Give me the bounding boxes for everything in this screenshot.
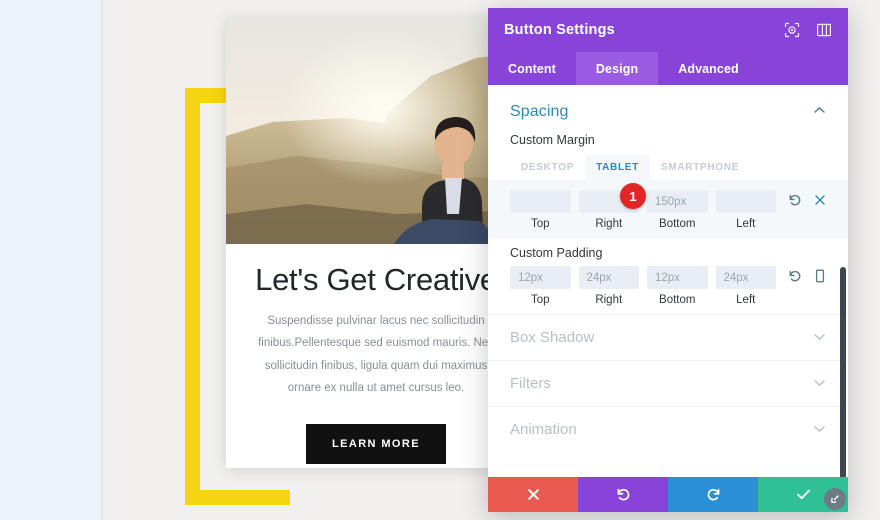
chevron-down-icon[interactable] [813, 332, 826, 344]
margin-bottom-field[interactable]: 150px Bottom [647, 190, 708, 230]
padding-left-caption: Left [736, 294, 756, 306]
focus-target-icon[interactable] [784, 22, 800, 38]
chevron-up-icon[interactable] [813, 106, 826, 118]
padding-top-caption: Top [530, 294, 550, 306]
padding-right-field[interactable]: 24px Right [578, 266, 639, 306]
padding-top-input[interactable]: 12px [510, 266, 571, 289]
margin-top-field[interactable]: Top [510, 190, 571, 230]
resize-handle[interactable] [824, 488, 846, 510]
left-rail [0, 0, 103, 520]
margin-top-input[interactable] [510, 190, 571, 213]
section-spacing-label: Spacing [510, 103, 569, 120]
section-filters[interactable]: Filters [488, 360, 848, 406]
modal-footer [488, 477, 848, 512]
margin-bottom-input[interactable]: 150px [647, 190, 708, 213]
margin-left-input[interactable] [715, 190, 776, 213]
section-animation-label: Animation [510, 421, 577, 438]
margin-device-tabs: DESKTOP TABLET SMARTPHONE [488, 149, 848, 180]
custom-padding-label: Custom Padding [510, 246, 603, 260]
close-icon [527, 489, 539, 500]
layout-panel-icon[interactable] [816, 22, 832, 38]
padding-bottom-input[interactable]: 12px [647, 266, 708, 289]
custom-margin-row: Top Right 150px Bottom Left 1 [488, 180, 848, 238]
custom-padding-row: 12px Top 24px Right 12px Bottom 24px Lef… [488, 262, 848, 314]
card-photo [226, 18, 526, 244]
padding-left-field[interactable]: 24px Left [715, 266, 776, 306]
section-animation[interactable]: Animation [488, 406, 848, 452]
margin-bottom-caption: Bottom [659, 218, 696, 230]
modal-scrollbar[interactable] [840, 267, 846, 477]
chevron-down-icon[interactable] [813, 378, 826, 390]
padding-reset-icon[interactable] [788, 269, 802, 283]
device-tab-tablet[interactable]: TABLET [585, 155, 650, 180]
chevron-down-icon[interactable] [813, 424, 826, 436]
section-box-shadow[interactable]: Box Shadow [488, 314, 848, 360]
padding-bottom-field[interactable]: 12px Bottom [647, 266, 708, 306]
padding-right-caption: Right [595, 294, 623, 306]
modal-header: Button Settings [488, 8, 848, 52]
card-body: Let's Get Creative Suspendisse pulvinar … [226, 244, 526, 464]
modal-tab-bar: Content Design Advanced [488, 52, 848, 85]
padding-top-field[interactable]: 12px Top [510, 266, 571, 306]
undo-button[interactable] [578, 477, 668, 512]
redo-icon [707, 488, 719, 501]
section-filters-label: Filters [510, 375, 551, 392]
status-badge: 1 [620, 183, 646, 209]
custom-margin-label: Custom Margin [510, 133, 595, 147]
padding-right-input[interactable]: 24px [578, 266, 639, 289]
margin-top-caption: Top [530, 218, 550, 230]
padding-bottom-caption: Bottom [659, 294, 696, 306]
cancel-button[interactable] [488, 477, 578, 512]
device-tab-desktop[interactable]: DESKTOP [510, 155, 585, 180]
redo-button[interactable] [668, 477, 758, 512]
modal-title: Button Settings [504, 22, 615, 38]
undo-icon [617, 488, 629, 501]
section-spacing-header[interactable]: Spacing [488, 85, 848, 125]
section-box-shadow-label: Box Shadow [510, 329, 595, 346]
responsive-device-icon[interactable] [814, 269, 826, 283]
card-title: Let's Get Creative [255, 262, 497, 297]
margin-reset-icon[interactable] [788, 193, 802, 207]
margin-left-field[interactable]: Left [715, 190, 776, 230]
content-card: Let's Get Creative Suspendisse pulvinar … [226, 18, 526, 468]
device-tab-smartphone[interactable]: SMARTPHONE [650, 155, 750, 180]
button-settings-modal: Button Settings Content Design Advanced [488, 8, 848, 512]
modal-body: Spacing Custom Margin DESKTOP TABLET SMA… [488, 85, 848, 477]
padding-left-input[interactable]: 24px [715, 266, 776, 289]
resize-arrow-icon [831, 495, 839, 503]
tab-design[interactable]: Design [575, 52, 659, 85]
margin-left-caption: Left [736, 218, 756, 230]
tab-advanced[interactable]: Advanced [658, 52, 759, 85]
tab-content[interactable]: Content [488, 52, 576, 85]
card-body-text: Suspendisse pulvinar lacus nec sollicitu… [258, 315, 494, 395]
margin-right-caption: Right [595, 218, 623, 230]
check-icon [796, 489, 810, 500]
margin-close-icon[interactable] [814, 194, 826, 206]
learn-more-button[interactable]: LEARN MORE [306, 423, 446, 464]
